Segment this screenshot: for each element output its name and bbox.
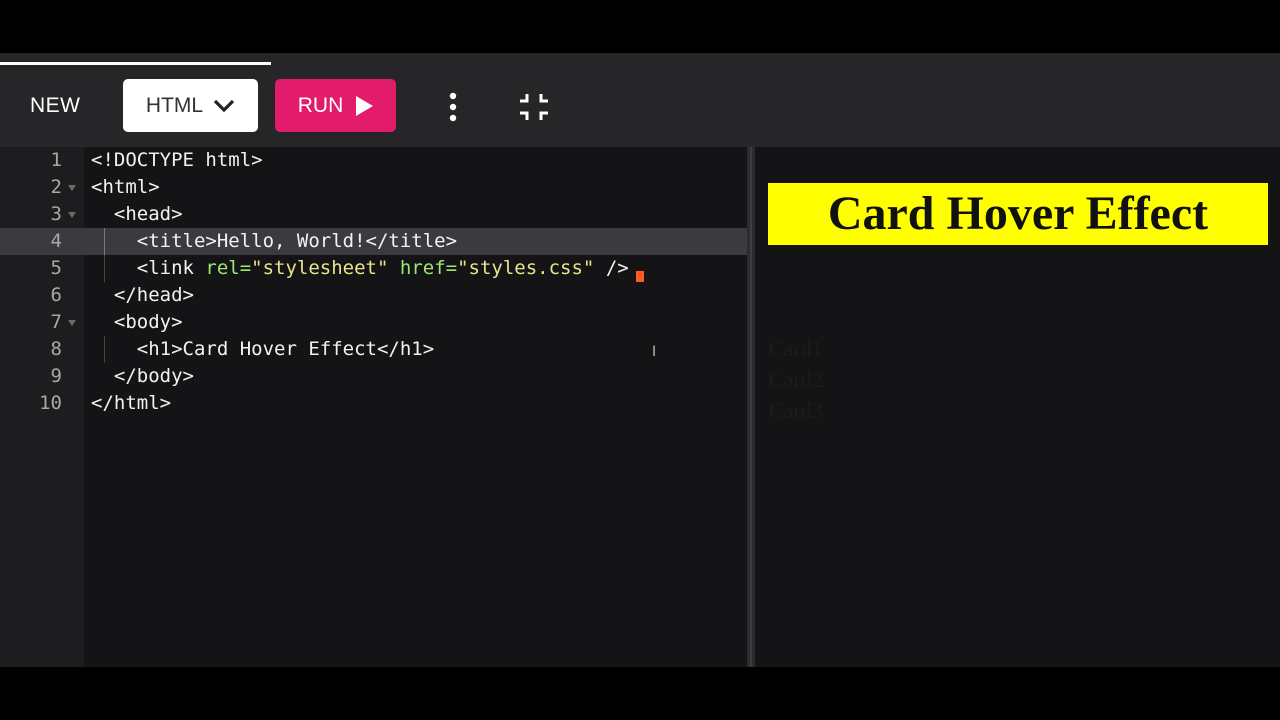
code-token: rel= xyxy=(205,257,252,279)
code-token: </head> xyxy=(91,284,194,306)
code-token: <link xyxy=(91,257,206,279)
code-line[interactable]: <head> xyxy=(91,201,183,228)
line-number: 9 xyxy=(50,365,62,387)
run-button[interactable]: RUN xyxy=(275,79,396,132)
code-editor[interactable]: 1 2 3 4 5 6 7 8 9 10 <!DOCTYPE html> <html> <head>… xyxy=(0,147,747,667)
collapse-icon[interactable] xyxy=(518,92,550,122)
code-token: <head> xyxy=(91,203,183,225)
ibeam-cursor-icon: I xyxy=(652,344,657,360)
line-number: 6 xyxy=(50,284,62,306)
language-label: HTML xyxy=(145,93,204,117)
code-token: "stylesheet" xyxy=(251,257,389,279)
splitter-line xyxy=(750,147,752,667)
code-line[interactable]: <!DOCTYPE html> xyxy=(91,147,263,174)
code-line[interactable]: <body> xyxy=(91,309,183,336)
code-playground: NEW HTML RUN 1 2 3 4 5 6 7 8 9 10 <!DOCT… xyxy=(0,53,1280,667)
code-line[interactable]: </html> xyxy=(91,390,171,417)
code-token: href= xyxy=(399,257,458,279)
line-number: 3 xyxy=(50,203,62,225)
code-token: </html> xyxy=(91,392,172,414)
code-token: <!DOCTYPE html> xyxy=(91,149,263,171)
code-token: <body> xyxy=(91,311,183,333)
output-preview: Card Hover Effect Card1 Card2 Card3 xyxy=(755,147,1280,667)
line-number: 10 xyxy=(39,392,62,414)
new-button[interactable]: NEW xyxy=(30,94,81,118)
code-line[interactable]: </body> xyxy=(91,363,194,390)
code-token: <html> xyxy=(91,176,160,198)
code-token: <h1>Card Hover Effect</h1> xyxy=(91,338,435,360)
fold-arrow-icon[interactable] xyxy=(68,185,76,191)
code-token: /> xyxy=(594,257,629,279)
line-number: 4 xyxy=(50,230,62,252)
toolbar: NEW HTML RUN xyxy=(0,65,1280,147)
code-line[interactable]: <h1>Card Hover Effect</h1> xyxy=(91,336,434,363)
line-number: 5 xyxy=(50,257,62,279)
code-token: "styles.css" xyxy=(457,257,595,279)
language-select[interactable]: HTML xyxy=(123,79,258,132)
preview-card-1: Card1 xyxy=(769,336,823,361)
chevron-down-icon xyxy=(213,99,235,112)
code-line[interactable]: <html> xyxy=(91,174,160,201)
line-number: 1 xyxy=(50,149,62,171)
preview-heading: Card Hover Effect xyxy=(768,183,1268,245)
play-icon xyxy=(356,95,374,116)
text-cursor xyxy=(636,271,644,282)
code-line[interactable]: <link rel="stylesheet" href="styles.css"… xyxy=(91,255,629,282)
line-number: 8 xyxy=(50,338,62,360)
code-line[interactable]: </head> xyxy=(91,282,194,309)
line-number: 2 xyxy=(50,176,62,198)
run-label: RUN xyxy=(297,93,344,117)
fold-arrow-icon[interactable] xyxy=(68,320,76,326)
fold-arrow-icon[interactable] xyxy=(68,212,76,218)
preview-card-2: Card2 xyxy=(769,367,823,392)
top-letterbox xyxy=(0,0,1280,53)
more-vertical-icon[interactable] xyxy=(443,92,463,122)
code-token: <title>Hello, World!</title> xyxy=(91,230,458,252)
preview-card-3: Card3 xyxy=(769,398,823,423)
bottom-letterbox xyxy=(0,667,1280,720)
code-token: </body> xyxy=(91,365,194,387)
code-line[interactable]: <title>Hello, World!</title> xyxy=(91,228,457,255)
line-number: 7 xyxy=(50,311,62,333)
